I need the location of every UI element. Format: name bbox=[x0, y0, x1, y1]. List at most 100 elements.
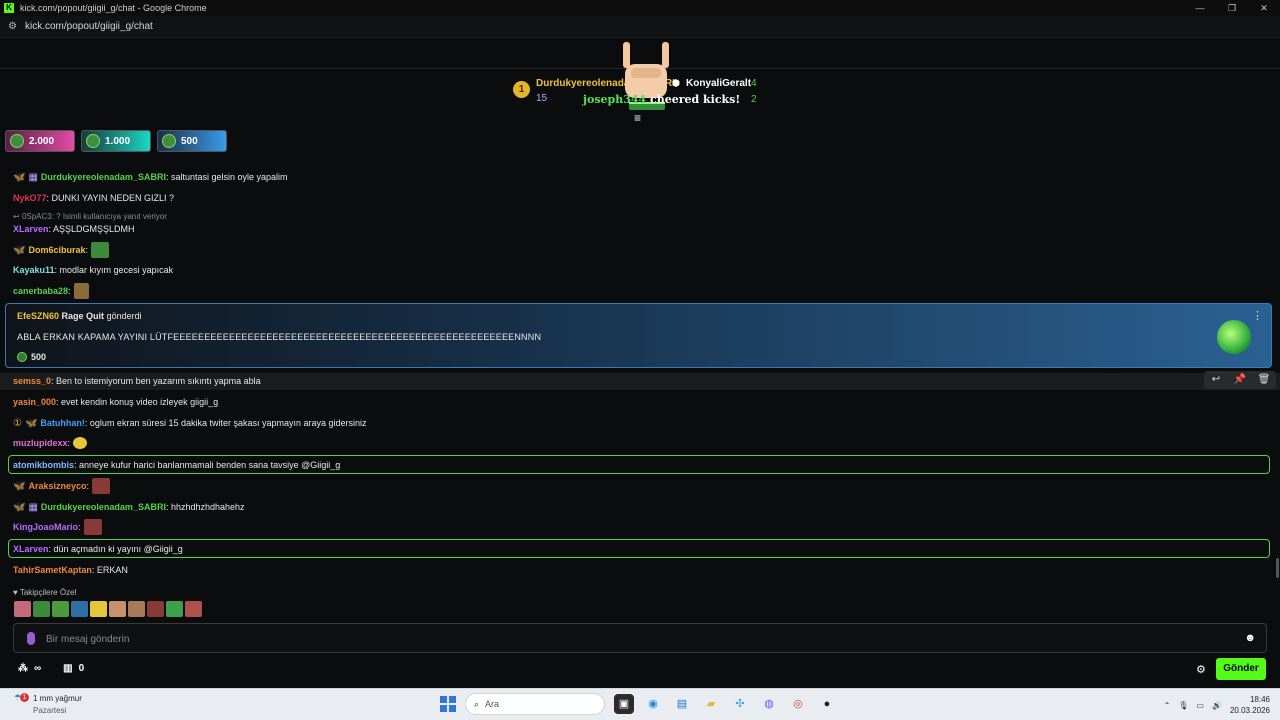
rage-quit-emote-icon bbox=[1217, 320, 1251, 354]
send-button[interactable]: Gönder bbox=[1216, 658, 1266, 680]
butterfly-badge-icon: 🦋 bbox=[13, 480, 26, 492]
chat-message[interactable]: canerbaba28 : bbox=[13, 283, 89, 299]
chat-username[interactable]: Dom6ciburak bbox=[28, 245, 85, 255]
microphone-tray-icon[interactable]: 🎙 bbox=[1178, 701, 1188, 710]
chat-message[interactable]: atomikbombis : anneye kufur harici banla… bbox=[13, 457, 340, 473]
file-explorer-icon[interactable]: ▰ bbox=[701, 694, 721, 714]
chat-message[interactable]: NykO77 : DUNKI YAYIN NEDEN GIZLI ? bbox=[13, 190, 174, 206]
chat-username[interactable]: atomikbombis bbox=[13, 460, 74, 470]
emoji-picker-icon[interactable]: ☻ bbox=[1244, 632, 1256, 644]
chat-username[interactable]: yasin_000 bbox=[13, 397, 56, 407]
leader-second-name[interactable]: KonyaliGeralt bbox=[686, 78, 751, 89]
github-icon[interactable]: ● bbox=[817, 694, 837, 714]
tray-expand-icon[interactable]: ⌃ bbox=[1164, 701, 1171, 710]
cheer-user[interactable]: joseph344 bbox=[583, 93, 646, 106]
chrome-icon[interactable]: ◎ bbox=[788, 694, 808, 714]
store-app-icon[interactable]: ▤ bbox=[672, 694, 692, 714]
task-view-icon[interactable]: ▣ bbox=[614, 694, 634, 714]
network-app-icon[interactable]: ✣ bbox=[730, 694, 750, 714]
reply-note: ↩ 0SpAC3: ? Isimli kullanıcıya yanıt ver… bbox=[13, 212, 167, 221]
volume-icon[interactable]: 🔊 bbox=[1212, 701, 1222, 710]
chat-scrollbar[interactable] bbox=[1276, 558, 1279, 578]
emote-2-icon[interactable] bbox=[33, 601, 50, 617]
weather-widget[interactable]: 1 ☂ 1 mm yağmur Pazartesi bbox=[14, 693, 82, 715]
emote-6-icon[interactable] bbox=[109, 601, 126, 617]
chat-message[interactable]: XLarven : dün açmadın ki yayını @Giigii_… bbox=[13, 541, 183, 557]
tier-button-1000[interactable]: 1.000 bbox=[81, 130, 151, 152]
cheer-verb: cheered bbox=[650, 93, 700, 106]
chat-message[interactable]: 🦋 Dom6ciburak : bbox=[13, 242, 109, 258]
chat-message[interactable]: KingJoaoMario : bbox=[13, 519, 102, 535]
highlight-item: Rage Quit bbox=[61, 311, 105, 321]
windows-start-icon[interactable] bbox=[440, 696, 456, 712]
chat-username[interactable]: Kayaku11 bbox=[13, 265, 55, 275]
chat-username[interactable]: TahirSametKaptan bbox=[13, 565, 92, 575]
chat-username[interactable]: semss_0 bbox=[13, 376, 51, 386]
chat-message[interactable]: 🦋 Araksizneyco : bbox=[13, 478, 110, 494]
chat-messages[interactable]: 🦋 ▦ Durdukyereolenadam_SABRI : saltuntas… bbox=[0, 150, 1280, 582]
chat-username[interactable]: Araksizneyco bbox=[28, 481, 86, 491]
butterfly-badge-icon: 🦋 bbox=[13, 171, 26, 183]
emote-7-icon[interactable] bbox=[128, 601, 145, 617]
tier-button-2000[interactable]: 2.000 bbox=[5, 130, 75, 152]
chat-message[interactable]: 🦋 ▦ Durdukyereolenadam_SABRI : hhzhdhzhd… bbox=[13, 499, 245, 515]
leader-third-count: 2 bbox=[751, 94, 757, 105]
chat-username[interactable]: KingJoaoMario bbox=[13, 522, 78, 532]
leader-second-count: 4 bbox=[751, 78, 757, 89]
message-actions: ↩ 📌 🗑 bbox=[1204, 371, 1276, 389]
emote-4-icon[interactable] bbox=[71, 601, 88, 617]
chat-username[interactable]: Durdukyereolenadam_SABRI bbox=[41, 502, 166, 512]
kicks-highlight-message[interactable]: EfeSZN60 Rage Quit gönderdi ABLA ERKAN K… bbox=[5, 303, 1272, 368]
highlight-username[interactable]: EfeSZN60 bbox=[17, 311, 59, 321]
chat-message[interactable]: Kayaku11 : modlar kıyım gecesi yapıcak bbox=[13, 262, 173, 278]
discord-icon[interactable]: ◍ bbox=[759, 694, 779, 714]
chat-message[interactable]: semss_0 : Ben to istemiyorum ben yazarım… bbox=[13, 373, 261, 389]
chat-input-box[interactable]: ☻ bbox=[13, 623, 1267, 653]
minimize-button[interactable]: — bbox=[1184, 0, 1216, 16]
emote-10-icon[interactable] bbox=[185, 601, 202, 617]
taskbar-search[interactable]: ⌕ Ara bbox=[465, 693, 605, 715]
site-info-icon[interactable]: ⚙ bbox=[8, 21, 17, 32]
emote-8-icon[interactable] bbox=[147, 601, 164, 617]
emote-3-icon[interactable] bbox=[52, 601, 69, 617]
chat-username[interactable]: NykO77 bbox=[13, 193, 47, 203]
store-icon[interactable]: ▥ bbox=[63, 663, 72, 674]
chat-username[interactable]: muzlupidexx bbox=[13, 438, 68, 448]
chat-message[interactable]: 🦋 ▦ Durdukyereolenadam_SABRI : saltuntas… bbox=[13, 169, 288, 185]
reply-icon[interactable]: ↩ bbox=[1204, 371, 1228, 389]
chat-username[interactable]: XLarven bbox=[13, 224, 49, 234]
chat-username[interactable]: Batuhhan! bbox=[40, 418, 85, 428]
more-options-icon[interactable]: ⋮ bbox=[1252, 309, 1263, 322]
close-button[interactable]: ✕ bbox=[1248, 0, 1280, 16]
microphone-icon[interactable] bbox=[27, 632, 35, 645]
maximize-button[interactable]: ❐ bbox=[1216, 0, 1248, 16]
emote-1-icon[interactable] bbox=[14, 601, 31, 617]
chat-message[interactable]: ① 🦋 Batuhhan! : oglum ekran süresi 15 da… bbox=[13, 415, 367, 431]
pin-icon[interactable]: 📌 bbox=[1228, 371, 1252, 389]
chat-username[interactable]: XLarven bbox=[13, 544, 49, 554]
edge-icon[interactable]: ◉ bbox=[643, 694, 663, 714]
emote-9-icon[interactable] bbox=[166, 601, 183, 617]
network-icon[interactable]: ▭ bbox=[1196, 701, 1204, 710]
chat-message[interactable]: TahirSametKaptan : ERKAN bbox=[13, 562, 128, 578]
taskbar-clock[interactable]: 18:46 20.03.2026 bbox=[1230, 694, 1270, 716]
address-bar[interactable]: ⚙ kick.com/popout/giigii_g/chat bbox=[0, 16, 1280, 38]
collapse-leaderboard-icon[interactable]: ≡ bbox=[634, 111, 641, 125]
chat-username[interactable]: canerbaba28 bbox=[13, 286, 68, 296]
tier-button-500[interactable]: 500 bbox=[157, 130, 227, 152]
chat-message[interactable]: yasin_000 : evet kendin konuş video izle… bbox=[13, 394, 218, 410]
chat-message[interactable]: XLarven : AŞŞLDGMŞŞLDMH bbox=[13, 221, 135, 237]
delete-icon[interactable]: 🗑 bbox=[1252, 371, 1276, 389]
emote-5-icon[interactable] bbox=[90, 601, 107, 617]
chat-username[interactable]: Durdukyereolenadam_SABRI bbox=[41, 172, 166, 182]
face-emote-icon bbox=[73, 283, 89, 299]
chat-settings-icon[interactable]: ⚙ bbox=[1196, 663, 1206, 676]
chat-text: : Ben to istemiyorum ben yazarım sıkıntı… bbox=[51, 376, 261, 386]
highlight-amount: 500 bbox=[17, 352, 46, 362]
chat-message-input[interactable] bbox=[46, 630, 1226, 648]
kicks-balance[interactable]: ⁂ ∞ ▥ 0 bbox=[18, 663, 84, 674]
reply-text: 0SpAC3: ? Isimli kullanıcıya yanıt veriy… bbox=[21, 212, 167, 221]
window-title: kick.com/popout/giigii_g/chat - Google C… bbox=[20, 3, 207, 13]
url-text[interactable]: kick.com/popout/giigii_g/chat bbox=[25, 21, 153, 32]
chat-message[interactable]: muzlupidexx : bbox=[13, 435, 88, 451]
